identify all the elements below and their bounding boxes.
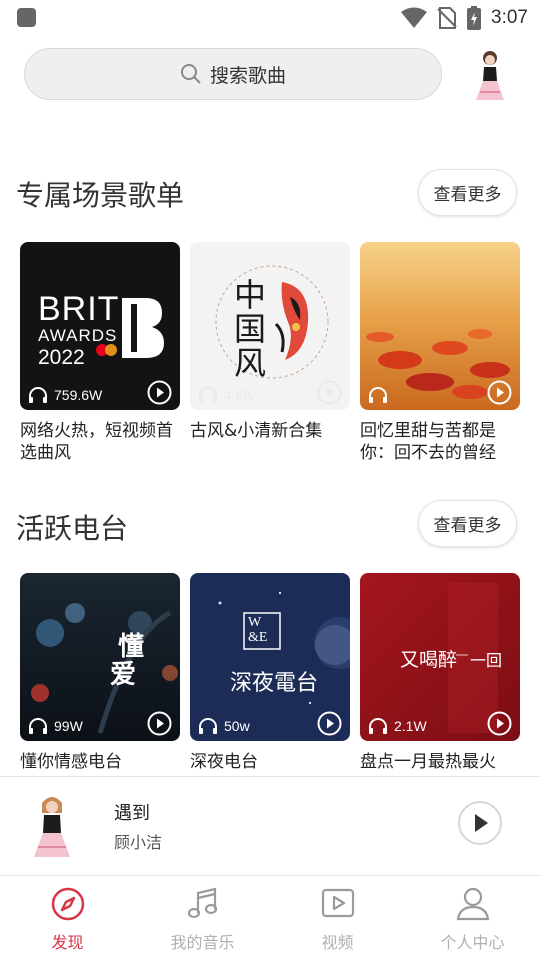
play-icon[interactable]	[487, 711, 512, 736]
playlist-title: 古风&小清新合集	[190, 421, 323, 441]
compass-icon	[51, 887, 84, 921]
cover-text: 懂 爱	[110, 632, 145, 690]
app-screen: 3:07 搜索歌曲 专属场景歌单 查看更多 BRIT AWARDS 2022 7…	[0, 0, 540, 960]
cover-logo: W &E	[248, 615, 268, 645]
play-count: 2.1W	[368, 717, 427, 735]
radio-cover: W &E 深夜電台 50w	[190, 573, 350, 741]
play-icon[interactable]	[487, 380, 512, 405]
brit-logo: BRIT AWARDS 2022	[38, 290, 120, 369]
nav-my-music[interactable]: 我的音乐	[135, 877, 270, 960]
clock: 3:07	[491, 7, 528, 28]
play-count: 50w	[198, 717, 250, 735]
cover-text: 又喝醉	[400, 649, 458, 671]
search-icon	[180, 64, 201, 84]
play-count: 759.6W	[28, 386, 102, 404]
radio-cover: 又喝醉 一回 2.1W	[360, 573, 520, 741]
radio-card[interactable]: 又喝醉 一回 2.1W 盘点一月最热最火	[360, 573, 520, 795]
headphones-icon	[199, 387, 217, 403]
play-icon[interactable]	[147, 380, 172, 405]
play-count: 4.6K	[198, 386, 253, 404]
no-sim-icon	[437, 7, 457, 29]
playlist-title: 回忆里甜与苦都是你：回不去的曾经	[360, 421, 496, 463]
cover-text: 深夜電台	[230, 671, 319, 696]
headphones-icon	[199, 718, 217, 734]
nav-profile[interactable]: 个人中心	[405, 877, 540, 960]
play-count	[368, 386, 394, 404]
headphones-icon	[369, 387, 387, 403]
search-placeholder: 搜索歌曲	[209, 64, 286, 87]
playlist-card[interactable]: 回忆里甜与苦都是你：回不去的曾经	[360, 242, 520, 464]
now-playing-cover	[22, 791, 82, 863]
view-more-button[interactable]: 查看更多	[418, 500, 517, 547]
play-icon[interactable]	[147, 711, 172, 736]
radio-cover: 懂 爱 99W	[20, 573, 180, 741]
view-more-button[interactable]: 查看更多	[418, 169, 517, 216]
play-button[interactable]	[457, 800, 503, 846]
headphones-icon	[29, 718, 47, 734]
battery-icon	[467, 6, 482, 30]
play-count: 99W	[28, 717, 83, 735]
bottom-navigation: 发现 我的音乐 视频 个人中心	[0, 877, 540, 960]
play-icon[interactable]	[317, 711, 342, 736]
notification-icon	[17, 8, 36, 27]
nav-video[interactable]: 视频	[270, 877, 405, 960]
playlist-cover: BRIT AWARDS 2022 759.6W	[20, 242, 180, 410]
radio-card[interactable]: 懂 爱 99W 懂你情感电台	[20, 573, 180, 795]
nav-discover[interactable]: 发现	[0, 877, 135, 960]
playlist-title: 网络火热，短视频首选曲风	[20, 421, 173, 463]
wifi-icon	[401, 7, 428, 28]
search-input[interactable]: 搜索歌曲	[24, 48, 442, 100]
song-title: 遇到	[114, 803, 150, 824]
section-title-active-radio: 活跃电台	[16, 512, 129, 545]
status-bar: 3:07	[0, 0, 540, 36]
playlist-cover: 中国风 4.6K	[190, 242, 350, 410]
playlist-card[interactable]: 中国风 4.6K 古风&小清新合集	[190, 242, 350, 464]
section-title-scene-playlists: 专属场景歌单	[16, 179, 185, 212]
headphones-icon	[369, 718, 387, 734]
cover-calligraphy: 中国风	[234, 276, 267, 382]
music-note-icon	[187, 887, 217, 919]
cover-text: 一回	[470, 651, 503, 670]
avatar[interactable]	[466, 48, 514, 104]
status-icons: 3:07	[401, 5, 528, 31]
video-icon	[321, 888, 354, 918]
user-icon	[456, 887, 489, 921]
headphones-icon	[29, 387, 47, 403]
playlist-card[interactable]: BRIT AWARDS 2022 759.6W 网络火热，短视频首选曲风	[20, 242, 180, 464]
artist-name: 顾小洁	[114, 833, 163, 852]
radio-card[interactable]: W &E 深夜電台 50w 深夜电台	[190, 573, 350, 795]
play-icon[interactable]	[317, 380, 342, 405]
playlist-cover	[360, 242, 520, 410]
